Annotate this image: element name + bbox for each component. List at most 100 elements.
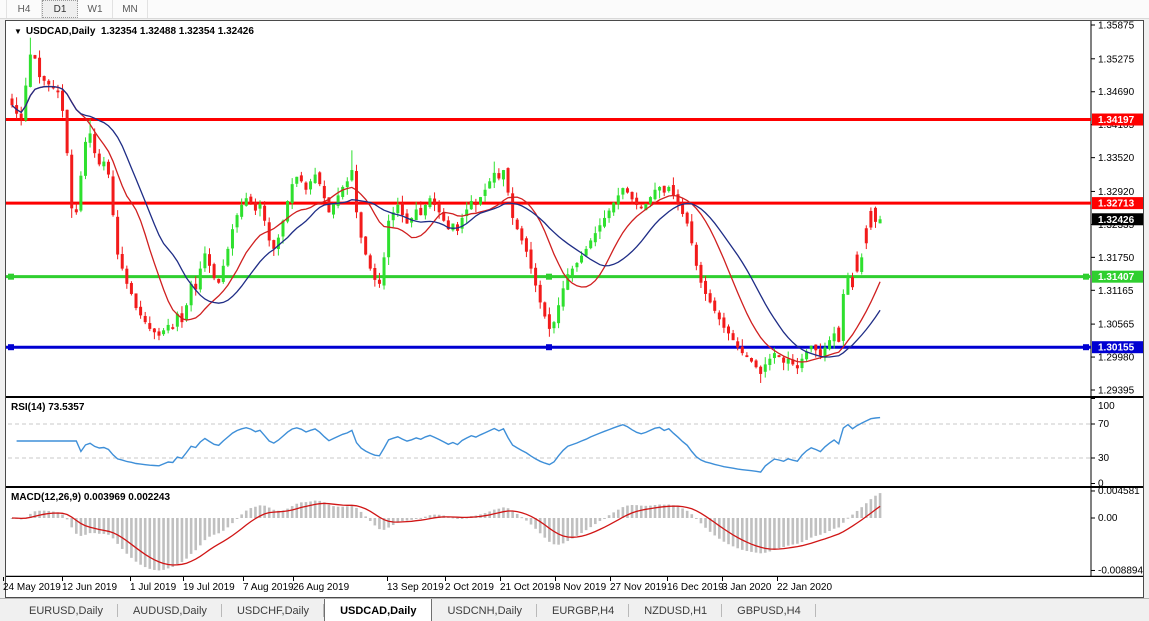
chart-canvas[interactable]: 1.358751.352751.346901.341051.335201.329… <box>6 21 1143 577</box>
collapse-triangle-icon[interactable]: ▼ <box>14 27 22 36</box>
candle-body <box>585 249 588 256</box>
candle-body <box>842 294 845 341</box>
candle-body <box>764 364 767 371</box>
time-label: 1 Jul 2019 <box>130 582 176 593</box>
candle-body <box>272 240 275 249</box>
timeframe-button-mn[interactable]: MN <box>113 0 148 18</box>
candle-body <box>61 91 64 111</box>
macd-histogram-bar <box>690 514 693 518</box>
candle-body <box>332 204 335 215</box>
price-tick-label: 1.31165 <box>1098 286 1134 297</box>
macd-histogram-bar <box>323 502 326 518</box>
macd-histogram-bar <box>112 518 115 538</box>
candle-body <box>125 269 128 284</box>
macd-histogram-bar <box>162 518 165 570</box>
candle-body <box>84 142 87 176</box>
candle-body <box>608 211 611 219</box>
chart-tab-eurusd[interactable]: EURUSD,Daily <box>14 599 118 621</box>
chart-tab-usdchf[interactable]: USDCHF,Daily <box>222 599 324 621</box>
rsi-indicator-label: RSI(14) 73.5357 <box>11 402 84 413</box>
candle-body <box>530 250 533 269</box>
candle-body <box>516 220 519 230</box>
line-handle[interactable] <box>546 344 552 350</box>
macd-histogram-bar <box>732 518 735 546</box>
macd-histogram-bar <box>736 518 739 548</box>
candle-body <box>557 305 560 323</box>
macd-histogram-bar <box>548 518 551 542</box>
candle-body <box>208 254 211 266</box>
macd-histogram-bar <box>571 518 574 539</box>
macd-histogram-bar <box>116 518 119 544</box>
candle-body <box>640 207 643 209</box>
chart-tab-gbpusd[interactable]: GBPUSD,H4 <box>722 599 816 621</box>
line-handle[interactable] <box>1083 274 1089 280</box>
macd-histogram-bar <box>351 505 354 518</box>
candle-body <box>213 264 216 278</box>
candle-body <box>75 209 78 212</box>
macd-histogram-bar <box>557 518 560 545</box>
macd-histogram-bar <box>66 518 69 519</box>
macd-histogram-bar <box>126 518 129 554</box>
macd-histogram-bar <box>704 518 707 528</box>
macd-histogram-bar <box>502 507 505 518</box>
macd-histogram-bar <box>814 518 817 536</box>
line-handle[interactable] <box>8 344 14 350</box>
macd-histogram-bar <box>70 518 73 527</box>
timeframe-button-w1[interactable]: W1 <box>78 0 113 18</box>
time-label: 19 Jul 2019 <box>183 582 235 593</box>
macd-histogram-bar <box>640 506 643 518</box>
macd-histogram-bar <box>360 512 363 518</box>
line-handle[interactable] <box>1083 344 1089 350</box>
line-handle[interactable] <box>8 274 14 280</box>
chart-tab-audusd[interactable]: AUDUSD,Daily <box>118 599 222 621</box>
macd-histogram-bar <box>254 507 257 518</box>
chart-tab-eurgbp[interactable]: EURGBP,H4 <box>537 599 629 621</box>
chart-tab-usdcnh[interactable]: USDCNH,Daily <box>432 599 537 621</box>
macd-histogram-bar <box>525 518 528 521</box>
macd-histogram-bar <box>792 518 795 545</box>
macd-histogram-bar <box>295 504 298 518</box>
time-label: 22 Jan 2020 <box>777 582 832 593</box>
macd-histogram-bar <box>782 518 785 547</box>
candle-body <box>750 358 753 362</box>
macd-histogram-bar <box>107 518 110 535</box>
candle-body <box>810 346 813 349</box>
candle-body <box>38 58 41 77</box>
candle-body <box>548 314 551 329</box>
time-label: 24 May 2019 <box>3 582 61 593</box>
macd-scale-label: 0.00 <box>1098 513 1118 524</box>
macd-histogram-bar <box>755 518 758 553</box>
macd-histogram-bar <box>199 518 202 545</box>
candle-body <box>309 181 312 189</box>
macd-histogram-bar <box>612 512 615 518</box>
macd-histogram-bar <box>746 518 749 551</box>
candle-body <box>782 358 785 363</box>
candle-body <box>589 240 592 248</box>
macd-histogram-bar <box>543 518 546 538</box>
time-tick <box>130 577 131 581</box>
candle-body <box>337 195 340 205</box>
timeframe-button-h4[interactable]: H4 <box>6 0 42 18</box>
macd-histogram-bar <box>801 518 804 542</box>
candle-body <box>112 176 115 215</box>
macd-histogram-bar <box>842 518 845 523</box>
chart-tab-usdcad[interactable]: USDCAD,Daily <box>324 599 432 621</box>
candle-body <box>520 228 523 240</box>
time-tick <box>243 577 244 581</box>
time-axis[interactable]: 24 May 201912 Jun 20191 Jul 201919 Jul 2… <box>6 577 1143 597</box>
chart-ohlc-values: 1.32354 1.32488 1.32354 1.32426 <box>101 26 254 37</box>
macd-scale-label: 0.004581 <box>1098 486 1140 497</box>
macd-histogram-bar <box>171 518 174 567</box>
candle-body <box>369 255 372 268</box>
chart-tab-nzdusd[interactable]: NZDUSD,H1 <box>629 599 722 621</box>
candle-body <box>663 186 666 193</box>
line-handle[interactable] <box>546 274 552 280</box>
macd-histogram-bar <box>851 515 854 518</box>
macd-histogram-bar <box>364 516 367 518</box>
candle-body <box>667 187 670 191</box>
macd-histogram-bar <box>649 506 652 518</box>
candle-body <box>226 249 229 266</box>
macd-histogram-bar <box>103 518 106 534</box>
timeframe-button-d1[interactable]: D1 <box>42 0 78 18</box>
candle-body <box>438 203 441 212</box>
